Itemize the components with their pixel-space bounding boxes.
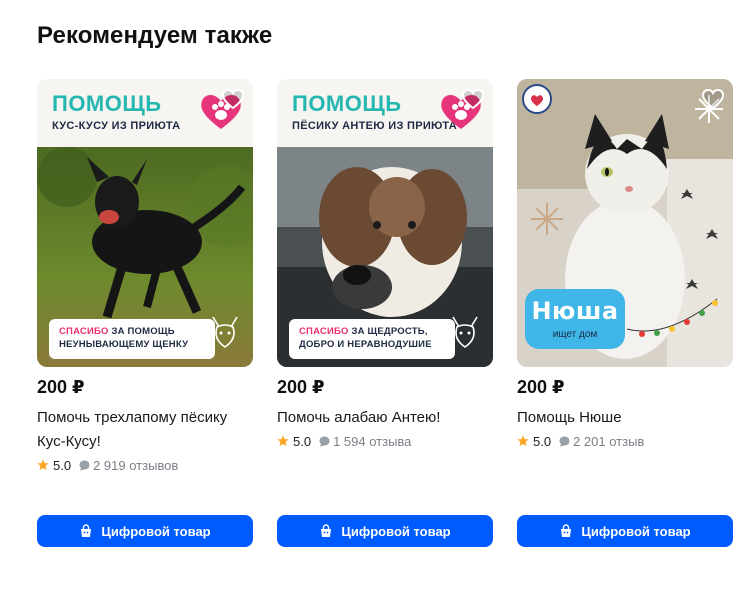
- reviews-count[interactable]: 2 919 отзывов: [93, 458, 178, 473]
- thanks-highlight: СПАСИБО: [59, 326, 109, 337]
- reviews-count[interactable]: 1 594 отзыва: [333, 434, 411, 449]
- shopping-bag-icon: [81, 524, 92, 537]
- digital-product-button[interactable]: Цифровой товар: [277, 515, 493, 547]
- dog-sketch-icon: [452, 316, 478, 348]
- star-icon: [277, 435, 289, 446]
- product-rating: 5.0 1 594 отзыва: [277, 432, 493, 450]
- name-badge: Нюша ищет дом: [525, 289, 625, 349]
- thanks-text: ЗА ЩЕДРОСТЬ,: [348, 326, 428, 337]
- shopping-bag-icon: [561, 524, 572, 537]
- section-title: Рекомендуем также: [37, 22, 273, 49]
- cat-name: Нюша: [531, 297, 619, 325]
- product-price: 200 ₽: [277, 377, 325, 397]
- rating-value: 5.0: [293, 433, 312, 449]
- thanks-caption: СПАСИБО ЗА ЩЕДРОСТЬ, ДОБРО И НЕРАВНОДУШИ…: [289, 319, 455, 359]
- cat-subtitle: ищет дом: [552, 329, 598, 340]
- product-title[interactable]: Помочь алабаю Антею!: [277, 406, 493, 430]
- product-title[interactable]: Помощь Нюше: [517, 406, 733, 430]
- reviews-count[interactable]: 2 201 отзыв: [573, 434, 644, 449]
- comment-bubble-icon: [79, 460, 90, 470]
- thanks-highlight: СПАСИБО: [299, 326, 349, 337]
- shopping-bag-icon: [321, 524, 332, 537]
- button-label: Цифровой товар: [341, 523, 451, 539]
- banner-title: ПОМОЩЬ: [52, 91, 162, 116]
- banner-subtitle: ПЁСИКУ АНТЕЮ ИЗ ПРИЮТА: [292, 120, 457, 132]
- star-icon: [37, 459, 49, 470]
- rating-value: 5.0: [533, 433, 552, 449]
- product-rating: 5.0 2 919 отзывов: [37, 456, 253, 474]
- product-price: 200 ₽: [517, 377, 565, 397]
- thanks-line2: НЕУНЫВАЮЩЕМУ ЩЕНКУ: [59, 339, 189, 350]
- product-title[interactable]: Помочь трехлапому пёсику Кус-Кусу!: [37, 406, 253, 454]
- product-card[interactable]: ПОМОЩЬ КУС-КУСУ ИЗ ПРИЮТА СПАСИБО ЗА ПОМ…: [37, 79, 253, 474]
- favorite-heart-icon[interactable]: [461, 87, 485, 111]
- rating-value: 5.0: [53, 457, 72, 473]
- comment-bubble-icon: [559, 436, 570, 446]
- comment-bubble-icon: [319, 436, 330, 446]
- dog-sketch-icon: [212, 316, 238, 348]
- digital-product-button[interactable]: Цифровой товар: [517, 515, 733, 547]
- banner-title: ПОМОЩЬ: [292, 91, 402, 116]
- button-label: Цифровой товар: [581, 523, 691, 539]
- favorite-heart-icon[interactable]: [701, 87, 725, 111]
- banner-subtitle: КУС-КУСУ ИЗ ПРИЮТА: [52, 120, 181, 132]
- thanks-caption: СПАСИБО ЗА ПОМОЩЬ НЕУНЫВАЮЩЕМУ ЩЕНКУ: [49, 319, 215, 359]
- product-image[interactable]: Нюша ищет дом: [517, 79, 733, 367]
- product-rating: 5.0 2 201 отзыв: [517, 432, 733, 450]
- star-icon: [517, 435, 529, 446]
- product-card[interactable]: Нюша ищет дом 200 ₽ Помощь Нюше 5.0 2 20…: [517, 79, 733, 450]
- favorite-heart-icon[interactable]: [221, 87, 245, 111]
- thanks-text: ЗА ПОМОЩЬ: [108, 326, 175, 337]
- digital-product-button[interactable]: Цифровой товар: [37, 515, 253, 547]
- product-image[interactable]: ПОМОЩЬ КУС-КУСУ ИЗ ПРИЮТА СПАСИБО ЗА ПОМ…: [37, 79, 253, 367]
- thanks-line2: ДОБРО И НЕРАВНОДУШИЕ: [299, 339, 432, 350]
- product-image[interactable]: ПОМОЩЬ ПЁСИКУ АНТЕЮ ИЗ ПРИЮТА СПАСИБО ЗА…: [277, 79, 493, 367]
- product-card[interactable]: ПОМОЩЬ ПЁСИКУ АНТЕЮ ИЗ ПРИЮТА СПАСИБО ЗА…: [277, 79, 493, 450]
- button-label: Цифровой товар: [101, 523, 211, 539]
- product-price: 200 ₽: [37, 377, 85, 397]
